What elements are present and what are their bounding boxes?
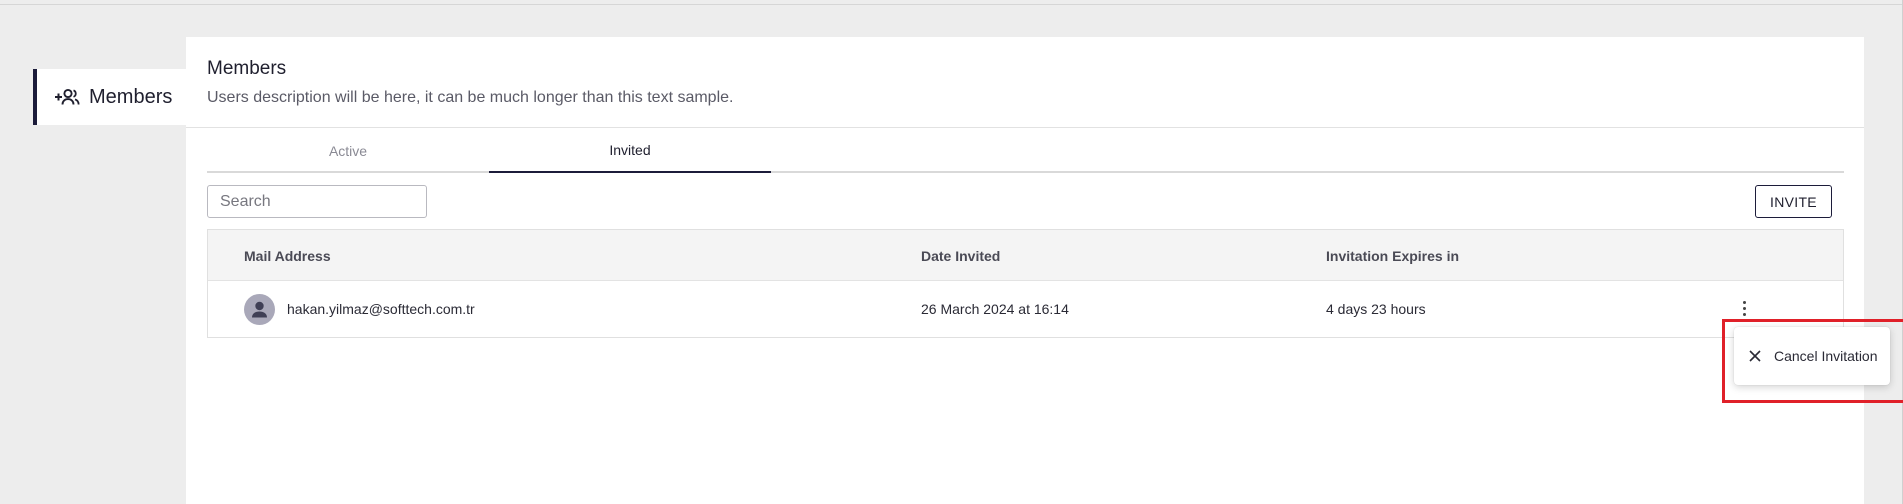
invite-button[interactable]: INVITE — [1755, 185, 1832, 218]
column-header-date-invited[interactable]: Date Invited — [921, 230, 1000, 281]
tab-active[interactable]: Active — [207, 128, 489, 173]
highlight-box — [1722, 319, 1903, 403]
members-panel: Members Users description will be here, … — [186, 37, 1864, 504]
tab-bar: Active Invited — [207, 128, 1844, 173]
table-header: Mail Address Date Invited Invitation Exp… — [208, 230, 1843, 281]
column-header-mail-address[interactable]: Mail Address — [244, 230, 331, 281]
table-row[interactable]: hakan.yilmaz@softtech.com.tr 26 March 20… — [208, 281, 1843, 337]
page-title: Members — [207, 58, 287, 79]
sidebar-item-label: Members — [89, 85, 173, 108]
invitations-table: Mail Address Date Invited Invitation Exp… — [207, 229, 1844, 338]
sidebar-item-members[interactable]: Members — [33, 69, 186, 125]
panel-header: Members Users description will be here, … — [186, 37, 1864, 128]
row-expires-in: 4 days 23 hours — [1326, 301, 1426, 317]
top-divider — [0, 4, 1903, 5]
row-email: hakan.yilmaz@softtech.com.tr — [287, 301, 475, 317]
column-header-invitation-expires[interactable]: Invitation Expires in — [1326, 230, 1459, 281]
tab-invited[interactable]: Invited — [489, 128, 771, 173]
add-group-icon — [54, 87, 80, 107]
person-icon — [252, 301, 267, 318]
search-input[interactable] — [207, 185, 427, 218]
avatar — [244, 294, 275, 325]
page-description: Users description will be here, it can b… — [207, 89, 734, 106]
row-date-invited: 26 March 2024 at 16:14 — [921, 301, 1069, 317]
